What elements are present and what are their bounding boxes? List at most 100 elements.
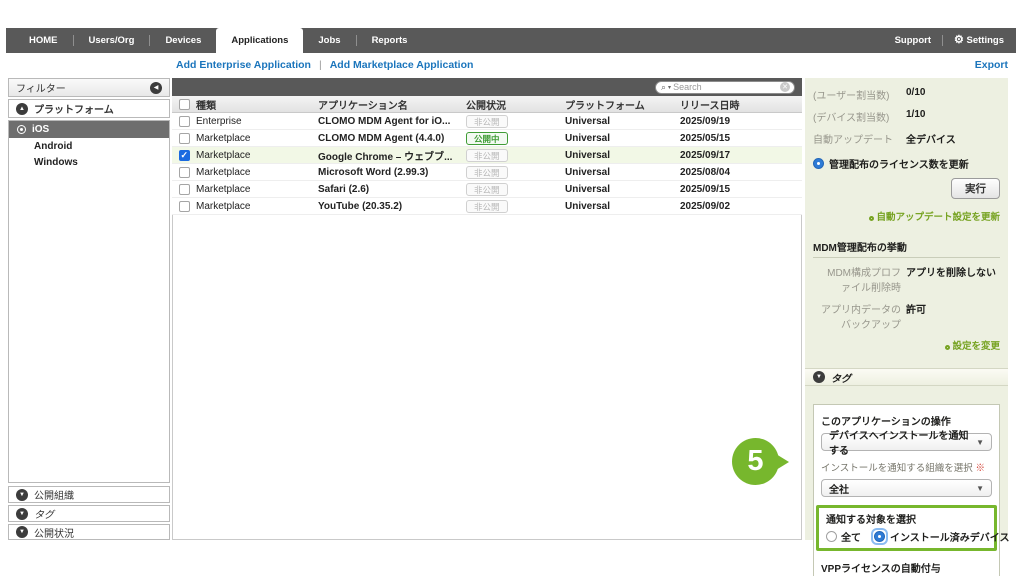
nav-right: Support ⚙ Settings (895, 28, 1016, 53)
tab-home[interactable]: HOME (14, 28, 73, 53)
cell-type: Marketplace (196, 133, 318, 144)
col-header-platform[interactable]: プラットフォーム (565, 97, 680, 112)
annotation-highlight-box: 通知する対象を選択 全てインストール済みデバイス (816, 505, 997, 551)
search-scope-caret-icon[interactable]: ▾ (668, 84, 671, 91)
operation-select[interactable]: デバイスへインストールを通知する ▼ (821, 433, 992, 451)
status-badge: 公開中 (466, 132, 508, 145)
cell-type: Marketplace (196, 201, 318, 212)
collapse-sidebar-icon[interactable] (150, 82, 162, 94)
table-row[interactable]: MarketplaceCLOMO MDM Agent (4.4.0)公開中Uni… (172, 130, 802, 147)
cell-status: 非公開 (466, 166, 565, 179)
cell-release-date: 2025/05/15 (680, 133, 802, 144)
chevron-down-icon (813, 371, 825, 383)
license-update-radio[interactable] (813, 158, 824, 169)
status-badge: 非公開 (466, 115, 508, 128)
row-checkbox[interactable] (179, 133, 190, 144)
table-row[interactable]: MarketplaceMicrosoft Word (2.99.3)非公開Uni… (172, 164, 802, 181)
tab-reports[interactable]: Reports (357, 28, 423, 53)
platform-section-header[interactable]: プラットフォーム (8, 99, 170, 118)
table-row[interactable]: EnterpriseCLOMO MDM Agent for iO...非公開Un… (172, 113, 802, 130)
tab-users-org[interactable]: Users/Org (74, 28, 150, 53)
row-checkbox[interactable] (179, 150, 190, 161)
sidebar-section-status[interactable]: 公開状況 (8, 524, 170, 540)
sidebar-section-tag[interactable]: タグ (8, 505, 170, 522)
mdm-section-title: MDM管理配布の挙動 (813, 239, 1000, 254)
org-select[interactable]: 全社 ▼ (821, 479, 992, 497)
table-row[interactable]: MarketplaceYouTube (20.35.2)非公開Universal… (172, 198, 802, 215)
row-checkbox[interactable] (179, 167, 190, 178)
cell-release-date: 2025/09/17 (680, 150, 802, 161)
notify-target-options: 全てインストール済みデバイス (826, 529, 987, 544)
cell-type: Marketplace (196, 184, 318, 195)
cell-app-name: CLOMO MDM Agent for iO... (318, 116, 466, 127)
tab-devices[interactable]: Devices (150, 28, 216, 53)
user-alloc-value: 0/10 (906, 87, 925, 98)
cell-platform: Universal (565, 167, 680, 178)
settings-link[interactable]: ⚙ Settings (954, 35, 1004, 46)
search-box[interactable]: ⌕ ▾ ✕ (655, 81, 795, 94)
chevron-down-icon (16, 489, 28, 501)
auto-update-settings-link[interactable]: 自動アップデート設定を更新 (869, 212, 1000, 223)
cell-release-date: 2025/09/19 (680, 116, 802, 127)
support-link[interactable]: Support (895, 35, 931, 46)
sidebar-item-windows[interactable]: Windows (9, 154, 169, 170)
auto-update-label: 自動アップデート (813, 131, 901, 146)
cell-release-date: 2025/09/15 (680, 184, 802, 195)
cell-platform: Universal (565, 150, 680, 161)
annotation-number: 5 (747, 445, 763, 478)
tab-applications[interactable]: Applications (216, 28, 303, 53)
nav-divider (942, 35, 943, 46)
cell-status: 非公開 (466, 115, 565, 128)
notify-target-radio-0[interactable] (826, 531, 837, 542)
notify-target-focus-ring (873, 530, 886, 543)
cell-app-name: Microsoft Word (2.99.3) (318, 167, 466, 178)
table-row[interactable]: MarketplaceSafari (2.6)非公開Universal2025/… (172, 181, 802, 198)
cell-status: 非公開 (466, 200, 565, 213)
change-settings-link[interactable]: 設定を変更 (945, 341, 1000, 352)
sidebar-item-ios[interactable]: iOS (9, 121, 169, 138)
tag-section-label: タグ (831, 370, 851, 385)
col-header-date[interactable]: リリース日時 (680, 97, 802, 112)
export-link[interactable]: Export (975, 59, 1008, 71)
bullet-circle-icon (869, 216, 874, 221)
toolbar-divider: | (319, 59, 322, 71)
platform-list: iOSAndroid Windows (8, 120, 170, 483)
chevron-down-icon (16, 508, 28, 520)
notify-target-option-label[interactable]: 全て (841, 529, 861, 544)
select-all-checkbox[interactable] (179, 99, 190, 110)
row-checkbox[interactable] (179, 184, 190, 195)
status-badge: 非公開 (466, 149, 508, 162)
chevron-down-icon: ▼ (976, 484, 984, 493)
table-row[interactable]: MarketplaceGoogle Chrome – ウェブブ...非公開Uni… (172, 147, 802, 164)
license-update-label: 管理配布のライセンス数を更新 (829, 156, 969, 171)
run-button[interactable]: 実行 (951, 178, 1000, 199)
notify-target-option-label[interactable]: インストール済みデバイス (890, 529, 1010, 544)
sidebar-section-org[interactable]: 公開組織 (8, 486, 170, 503)
col-header-name[interactable]: アプリケーション名 (318, 97, 466, 112)
col-header-status[interactable]: 公開状況 (466, 97, 565, 112)
tag-section-bar[interactable]: タグ (805, 368, 1008, 386)
notify-target-radio-1[interactable] (874, 531, 885, 542)
operation-title: このアプリケーションの操作 (821, 413, 992, 428)
sidebar-section-label: 公開組織 (34, 487, 74, 502)
device-alloc-label: (デバイス割当数) (813, 109, 901, 124)
search-clear-icon[interactable]: ✕ (780, 82, 790, 92)
platform-label: Windows (34, 157, 78, 168)
sidebar-section-label: タグ (34, 506, 54, 521)
add-marketplace-app-link[interactable]: Add Marketplace Application (330, 59, 474, 71)
search-input[interactable] (673, 82, 778, 92)
add-enterprise-app-link[interactable]: Add Enterprise Application (176, 59, 311, 71)
divider (813, 257, 1000, 258)
row-checkbox[interactable] (179, 201, 190, 212)
tab-jobs[interactable]: Jobs (303, 28, 355, 53)
sidebar-item-android[interactable]: Android (9, 138, 169, 154)
nav-tabs: HOMEUsers/OrgDevicesApplicationsJobsRepo… (6, 28, 422, 53)
toolbar: Add Enterprise Application | Add Marketp… (176, 57, 1008, 73)
status-badge: 非公開 (466, 183, 508, 196)
cell-platform: Universal (565, 184, 680, 195)
col-header-type[interactable]: 種類 (196, 97, 318, 112)
profile-delete-label: MDM構成プロファイル削除時 (813, 264, 901, 294)
row-checkbox[interactable] (179, 116, 190, 127)
detail-panel: (ユーザー割当数)0/10 (デバイス割当数)1/10 自動アップデート全デバイ… (805, 78, 1008, 540)
gear-icon: ⚙ (954, 34, 964, 46)
